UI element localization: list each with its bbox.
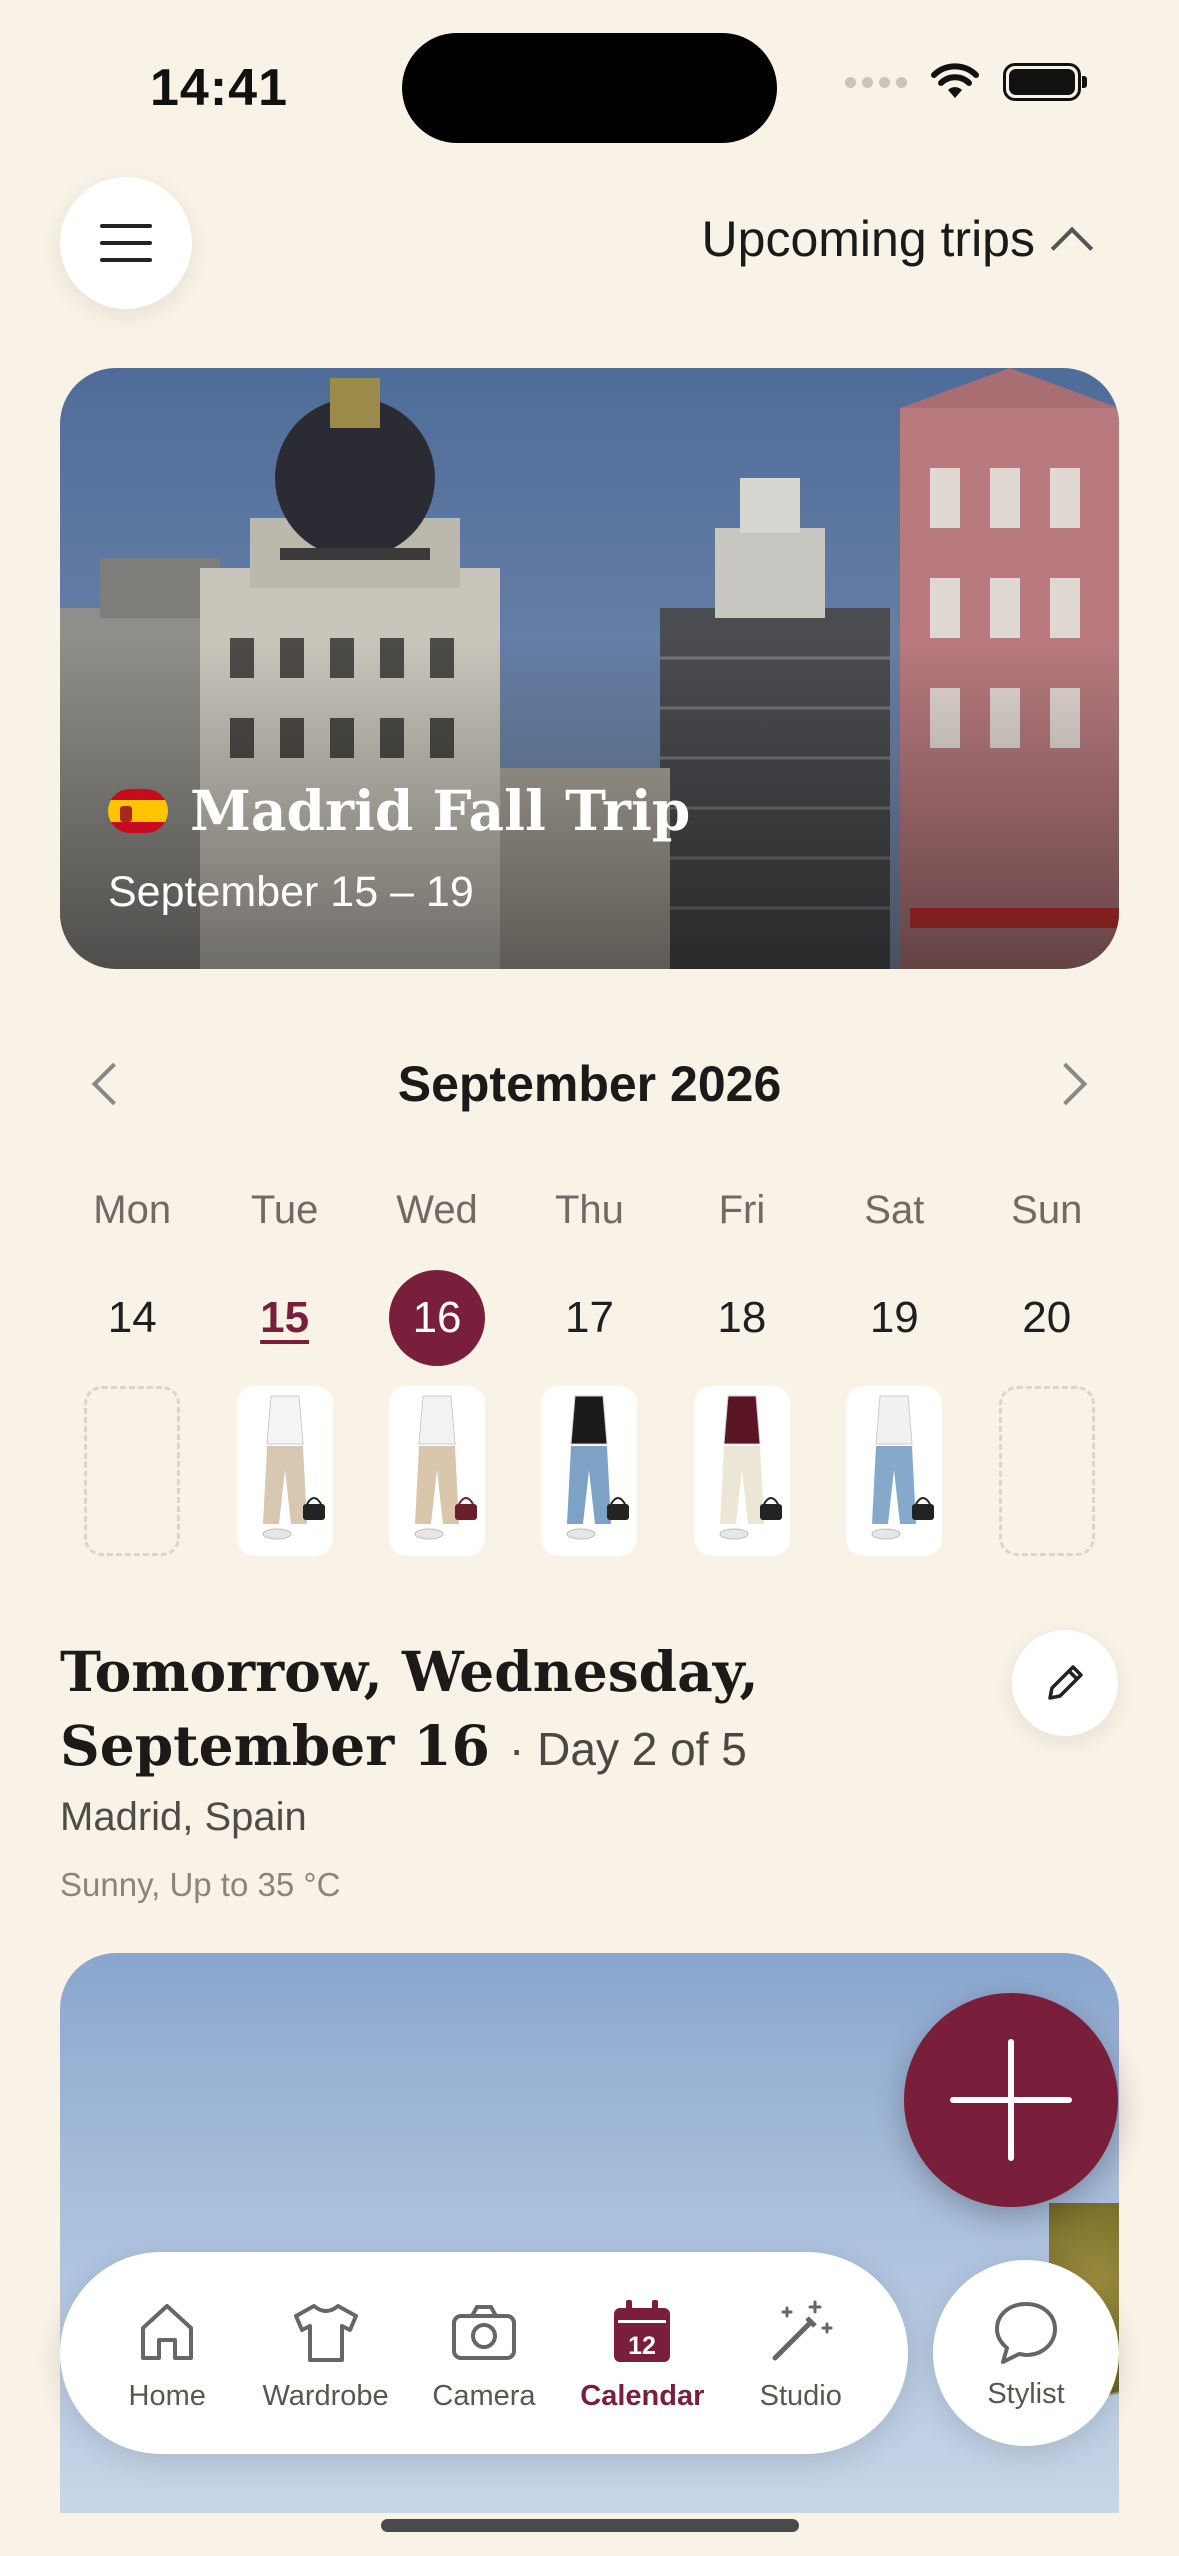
wifi-icon xyxy=(931,63,979,98)
day-number[interactable]: 16 xyxy=(389,1270,486,1366)
stylist-label: Stylist xyxy=(987,2377,1065,2410)
month-title: September 2026 xyxy=(397,1056,782,1112)
chevron-up-icon xyxy=(1050,226,1094,270)
tab-studio[interactable]: Studio xyxy=(726,2294,876,2413)
weekday-label: Thu xyxy=(555,1188,624,1232)
status-time: 14:41 xyxy=(150,59,288,117)
weekday-label: Sun xyxy=(1011,1188,1083,1232)
day-heading: Tomorrow, Wednesday, September 16 · Day … xyxy=(60,1635,980,1786)
cellular-signal-icon xyxy=(845,76,907,88)
day-number[interactable]: 19 xyxy=(846,1270,942,1366)
trip-dates: September 15 – 19 xyxy=(108,868,474,916)
tab-bar: Home Wardrobe Camera 12 Calendar Studio xyxy=(60,2252,908,2454)
day-number[interactable]: 17 xyxy=(541,1270,637,1366)
tab-camera[interactable]: Camera xyxy=(409,2294,559,2413)
weekday-label: Tue xyxy=(250,1188,319,1232)
calendar-badge: 12 xyxy=(628,2332,656,2360)
hamburger-icon xyxy=(100,224,152,228)
tab-wardrobe[interactable]: Wardrobe xyxy=(251,2294,401,2413)
outfit-thumbnail[interactable] xyxy=(846,1386,943,1556)
calendar-icon: 12 xyxy=(614,2299,671,2362)
pencil-icon xyxy=(1048,1665,1083,1700)
day-location: Madrid, Spain xyxy=(60,1795,307,1839)
month-navigation: September 2026 xyxy=(60,1055,1119,1113)
tab-home[interactable]: Home xyxy=(92,2294,242,2413)
day-count: · Day 2 of 5 xyxy=(509,1723,747,1775)
outfit-thumbnail[interactable] xyxy=(389,1386,486,1556)
chat-bubble-icon xyxy=(995,2301,1057,2364)
outfit-thumbnail[interactable] xyxy=(541,1386,638,1556)
edit-day-button[interactable] xyxy=(1012,1630,1118,1736)
empty-outfit-slot[interactable] xyxy=(84,1386,181,1556)
outfit-thumbnail[interactable] xyxy=(693,1386,790,1556)
chevron-right-icon[interactable] xyxy=(1044,1062,1088,1106)
status-icons xyxy=(845,62,1087,102)
week-strip: Mon 14 Tue 15 Wed 16 Thu 17 Fri 18 Sat 19 Sun 20 xyxy=(56,1188,1123,1556)
tab-label: Camera xyxy=(432,2379,536,2412)
magic-wand-icon xyxy=(772,2300,833,2360)
day-number[interactable]: 14 xyxy=(84,1270,180,1366)
day-column[interactable]: Wed 16 xyxy=(361,1188,513,1556)
day-number[interactable]: 15 xyxy=(237,1270,333,1366)
add-button[interactable] xyxy=(904,1993,1118,2207)
tab-label: Wardrobe xyxy=(262,2379,389,2412)
weekday-label: Wed xyxy=(396,1188,478,1232)
battery-icon xyxy=(1003,63,1087,101)
tab-label: Home xyxy=(128,2379,206,2412)
upcoming-trips-label: Upcoming trips xyxy=(701,211,1035,267)
day-column[interactable]: Thu 17 xyxy=(513,1188,665,1556)
home-icon xyxy=(141,2303,194,2360)
upcoming-trips-toggle[interactable]: Upcoming trips xyxy=(701,210,1094,270)
day-number[interactable]: 20 xyxy=(999,1270,1095,1366)
trip-card[interactable]: Madrid Fall Trip September 15 – 19 xyxy=(60,368,1119,969)
chevron-left-icon[interactable] xyxy=(91,1062,135,1106)
camera-icon xyxy=(451,2304,516,2360)
trip-title: Madrid Fall Trip xyxy=(190,778,691,843)
spain-flag-icon xyxy=(108,788,168,833)
day-column[interactable]: Mon 14 xyxy=(56,1188,208,1556)
menu-button[interactable] xyxy=(60,177,192,309)
tshirt-icon xyxy=(293,2303,358,2362)
day-weather: Sunny, Up to 35 °C xyxy=(60,1866,341,1903)
day-column[interactable]: Fri 18 xyxy=(666,1188,818,1556)
weekday-label: Sat xyxy=(864,1188,925,1232)
day-column[interactable]: Tue 15 xyxy=(208,1188,360,1556)
home-indicator[interactable] xyxy=(381,2519,799,2532)
outfit-thumbnail[interactable] xyxy=(236,1386,333,1556)
weekday-label: Mon xyxy=(93,1188,172,1232)
tab-label: Calendar xyxy=(580,2379,705,2412)
empty-outfit-slot[interactable] xyxy=(998,1386,1095,1556)
tab-calendar[interactable]: 12 Calendar xyxy=(567,2294,717,2413)
weekday-label: Fri xyxy=(718,1188,766,1232)
day-column[interactable]: Sat 19 xyxy=(818,1188,970,1556)
dynamic-island xyxy=(402,33,777,143)
day-column[interactable]: Sun 20 xyxy=(971,1188,1123,1556)
day-number[interactable]: 18 xyxy=(694,1270,790,1366)
stylist-button[interactable]: Stylist xyxy=(933,2260,1119,2446)
tab-label: Studio xyxy=(759,2379,842,2412)
